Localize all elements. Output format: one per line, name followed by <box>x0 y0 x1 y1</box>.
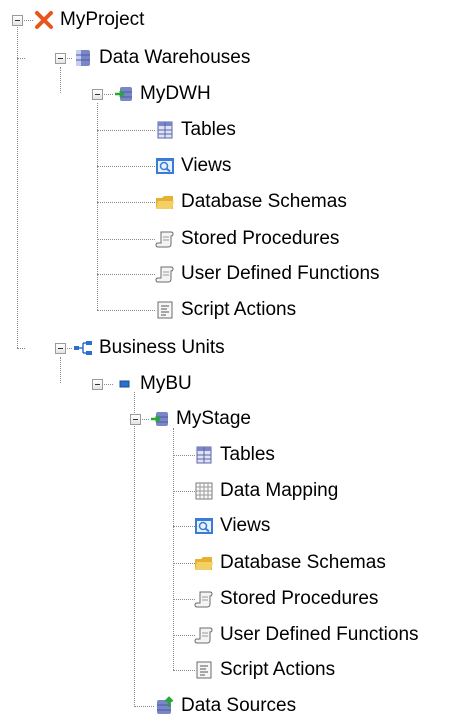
tree-node-label: Database Schemas <box>181 191 347 212</box>
tree-node-label: Data Warehouses <box>99 47 251 68</box>
tree-node-mybu[interactable]: MyBU <box>114 371 192 397</box>
tree-node-label: Data Mapping <box>220 480 339 501</box>
tree-node-dwh-stored-procedures[interactable]: Stored Procedures <box>155 226 339 252</box>
connector-stage-item-6 <box>173 635 195 636</box>
connector-item-5 <box>97 274 155 275</box>
table-icon <box>194 445 214 465</box>
script-icon <box>194 660 214 680</box>
connector-mystage-items <box>173 428 174 670</box>
folder-icon <box>194 553 214 573</box>
data-source-icon <box>155 696 175 716</box>
tree-node-label: MyDWH <box>140 83 211 104</box>
connector-item-4 <box>97 239 155 240</box>
tree-node-label: User Defined Functions <box>220 624 419 645</box>
tree-node-label: Tables <box>220 444 275 465</box>
tree-node-stage-views[interactable]: Views <box>194 513 270 539</box>
tree-node-data-warehouses[interactable]: Data Warehouses <box>73 45 250 71</box>
project-tree: MyProject Data Warehouses MyDWH Tables V… <box>0 0 459 717</box>
tree-node-data-sources[interactable]: Data Sources <box>155 693 296 719</box>
tree-node-label: User Defined Functions <box>181 263 380 284</box>
tree-node-label: MyProject <box>60 9 145 30</box>
collapse-business-units-toggle[interactable] <box>55 343 66 354</box>
view-icon <box>194 516 214 536</box>
stage-database-icon <box>114 84 134 104</box>
database-icon <box>73 48 93 68</box>
view-icon <box>155 156 175 176</box>
tree-node-label: Stored Procedures <box>220 588 379 609</box>
connector-item-3 <box>97 202 155 203</box>
collapse-data-warehouses-toggle[interactable] <box>55 53 66 64</box>
tree-node-label: Stored Procedures <box>181 228 340 249</box>
tree-node-label: Script Actions <box>181 299 297 320</box>
collapse-mybu-toggle[interactable] <box>92 379 103 390</box>
tree-node-dwh-script-actions[interactable]: Script Actions <box>155 297 296 323</box>
tree-node-dwh-tables[interactable]: Tables <box>155 117 236 143</box>
scroll-icon <box>194 625 214 645</box>
script-icon <box>155 300 175 320</box>
connector-bu-level <box>60 357 61 383</box>
connector-mydwh-items <box>97 103 98 310</box>
stage-database-icon <box>150 409 170 429</box>
connector-item-2 <box>97 166 155 167</box>
tree-node-label: Script Actions <box>220 659 336 680</box>
connector-stage-item-1 <box>173 455 195 456</box>
tree-node-stage-stored-procedures[interactable]: Stored Procedures <box>194 586 378 612</box>
tree-node-mydwh[interactable]: MyDWH <box>114 81 211 107</box>
business-unit-icon <box>114 374 134 394</box>
connector-stage-item-5 <box>173 599 195 600</box>
scroll-icon <box>194 589 214 609</box>
scroll-icon <box>155 229 175 249</box>
tree-node-stage-database-schemas[interactable]: Database Schemas <box>194 550 386 576</box>
grid-icon <box>194 481 214 501</box>
tree-node-label: Data Sources <box>181 695 297 716</box>
connector-data-sources <box>134 706 154 707</box>
table-icon <box>155 120 175 140</box>
tree-node-stage-data-mapping[interactable]: Data Mapping <box>194 478 338 504</box>
connector-data-warehouses <box>17 58 25 59</box>
folder-icon <box>155 192 175 212</box>
hierarchy-icon <box>73 338 93 358</box>
tree-node-dwh-database-schemas[interactable]: Database Schemas <box>155 189 347 215</box>
collapse-mystage-toggle[interactable] <box>130 414 141 425</box>
collapse-mydwh-toggle[interactable] <box>92 89 103 100</box>
tree-node-label: Tables <box>181 119 236 140</box>
tree-node-business-units[interactable]: Business Units <box>73 335 225 361</box>
tree-node-label: MyBU <box>140 373 192 394</box>
connector-stage-item-3 <box>173 526 195 527</box>
tree-node-label: Business Units <box>99 337 225 358</box>
connector-dwh-level <box>60 67 61 93</box>
scroll-icon <box>155 264 175 284</box>
project-x-icon <box>34 10 54 30</box>
connector-stage-item-4 <box>173 563 195 564</box>
connector-stage-item-7 <box>173 670 195 671</box>
connector-stage-item-2 <box>173 491 195 492</box>
tree-node-dwh-user-defined-functions[interactable]: User Defined Functions <box>155 261 380 287</box>
collapse-myproject-toggle[interactable] <box>12 15 23 26</box>
connector-business-units <box>17 348 25 349</box>
tree-node-mystage[interactable]: MyStage <box>150 406 251 432</box>
connector-root-level <box>17 25 18 348</box>
tree-node-label: Views <box>220 515 271 536</box>
connector-item-1 <box>97 130 155 131</box>
tree-node-label: Database Schemas <box>220 552 386 573</box>
tree-node-stage-user-defined-functions[interactable]: User Defined Functions <box>194 622 419 648</box>
tree-node-stage-tables[interactable]: Tables <box>194 442 275 468</box>
tree-node-myproject[interactable]: MyProject <box>34 7 144 33</box>
connector-mybu-children <box>134 392 135 707</box>
tree-node-stage-script-actions[interactable]: Script Actions <box>194 657 335 683</box>
connector-item-6 <box>97 310 155 311</box>
tree-node-label: MyStage <box>176 408 251 429</box>
tree-node-dwh-views[interactable]: Views <box>155 153 231 179</box>
tree-node-label: Views <box>181 155 232 176</box>
